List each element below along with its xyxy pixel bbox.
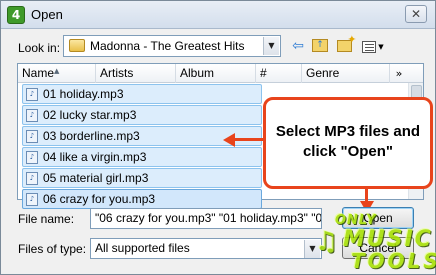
audio-file-icon: ♪ <box>26 88 38 101</box>
window-title: Open <box>31 7 63 22</box>
open-button[interactable]: Open <box>342 207 414 229</box>
look-in-value: Madonna - The Greatest Hits <box>90 39 245 53</box>
file-name: 03 borderline.mp3 <box>43 129 140 143</box>
file-type-label: Files of type: <box>18 242 87 256</box>
view-menu-icon[interactable]: ▼ <box>359 37 387 55</box>
column-artists-label: Artists <box>100 66 134 80</box>
column-album-label: Album <box>180 66 215 80</box>
column-header: ▲ Name Artists Album # Genre » <box>18 64 423 83</box>
list-item[interactable]: ♪ 01 holiday.mp3 <box>22 84 262 104</box>
look-in-label: Look in: <box>18 41 61 55</box>
annotation-arrow-left <box>223 133 267 147</box>
file-name-label: File name: <box>18 212 75 226</box>
sort-arrow-icon: ▲ <box>54 67 60 75</box>
open-dialog: 4 Open ✕ Look in: Madonna - The Greatest… <box>0 0 436 275</box>
list-item[interactable]: ♪ 05 material girl.mp3 <box>22 168 262 188</box>
list-item[interactable]: ♪ 06 crazy for you.mp3 <box>22 189 262 209</box>
audio-file-icon: ♪ <box>26 109 38 122</box>
file-type-value: All supported files <box>95 241 190 255</box>
audio-file-icon: ♪ <box>26 130 38 143</box>
column-genre-label: Genre <box>306 66 340 80</box>
file-type-dropdown[interactable]: All supported files ▼ <box>90 238 322 259</box>
column-track-label: # <box>260 66 267 80</box>
column-track[interactable]: # <box>256 64 302 83</box>
audio-file-icon: ♪ <box>26 172 38 185</box>
file-name: 04 like a virgin.mp3 <box>43 150 147 164</box>
list-item[interactable]: ♪ 04 like a virgin.mp3 <box>22 147 262 167</box>
file-name-input[interactable]: "06 crazy for you.mp3" "01 holiday.mp3" … <box>90 208 322 229</box>
chevron-down-icon[interactable]: ▼ <box>304 240 320 258</box>
column-genre[interactable]: Genre <box>302 64 390 83</box>
file-name: 01 holiday.mp3 <box>43 87 124 101</box>
column-artists[interactable]: Artists <box>96 64 176 83</box>
app-icon: 4 <box>7 6 25 24</box>
up-folder-icon[interactable]: ↑ <box>311 37 329 55</box>
title-bar: 4 Open ✕ <box>1 1 435 29</box>
list-item[interactable]: ♪ 02 lucky star.mp3 <box>22 105 262 125</box>
folder-icon <box>69 39 85 52</box>
close-button[interactable]: ✕ <box>405 5 427 23</box>
column-album[interactable]: Album <box>176 64 256 83</box>
file-name: 02 lucky star.mp3 <box>43 108 137 122</box>
file-name: 05 material girl.mp3 <box>43 171 149 185</box>
column-name[interactable]: ▲ Name <box>18 64 96 83</box>
column-name-label: Name <box>22 66 55 80</box>
more-columns-button[interactable]: » <box>390 64 408 83</box>
look-in-dropdown[interactable]: Madonna - The Greatest Hits ▼ <box>63 35 281 57</box>
audio-file-icon: ♪ <box>26 151 38 164</box>
cancel-button[interactable]: Cancel <box>342 237 414 259</box>
file-name: 06 crazy for you.mp3 <box>43 192 156 206</box>
back-arrow-icon[interactable]: ⇦ <box>289 37 307 55</box>
audio-file-icon: ♪ <box>26 193 38 206</box>
chevron-down-icon[interactable]: ▼ <box>263 37 279 55</box>
new-folder-icon[interactable]: ✦ <box>335 34 357 55</box>
instruction-callout: Select MP3 files and click "Open" <box>263 97 433 189</box>
